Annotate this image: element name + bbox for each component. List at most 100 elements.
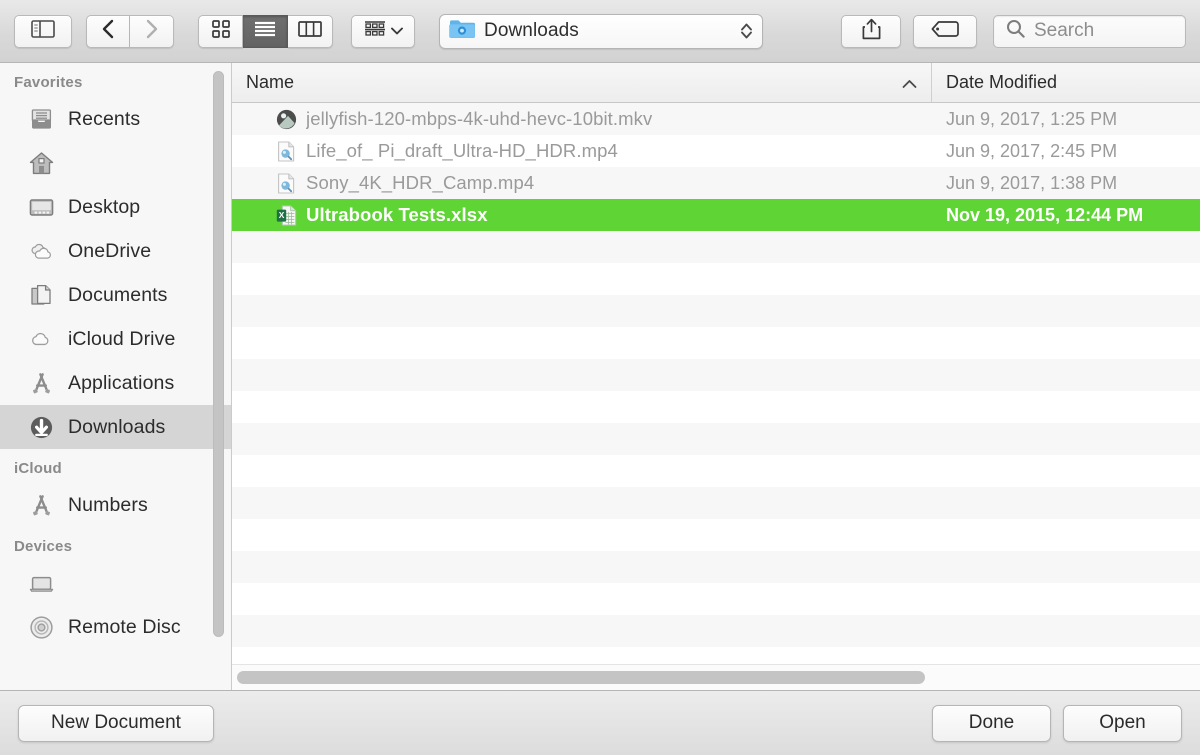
table-row[interactable]: jellyfish-120-mbps-4k-uhd-hevc-10bit.mkv… [232, 103, 1200, 135]
sidebar-scrollbar[interactable] [213, 71, 224, 637]
sidebar-item-recents[interactable]: Recents [0, 97, 231, 141]
path-popup-button[interactable]: Downloads [439, 13, 763, 49]
icon-view-button[interactable] [198, 14, 243, 48]
table-row-empty [232, 263, 1200, 295]
tag-button[interactable] [913, 14, 977, 48]
documents-icon [28, 282, 55, 309]
forward-button[interactable] [130, 14, 174, 48]
chevron-down-icon [390, 22, 403, 40]
table-row-empty [232, 391, 1200, 423]
sidebar-item-label: Recents [68, 107, 141, 130]
file-name-label: Ultrabook Tests.xlsx [306, 204, 488, 225]
table-row-empty [232, 327, 1200, 359]
file-name-label: Life_of_ Pi_draft_Ultra-HD_HDR.mp4 [306, 140, 618, 161]
sidebar-item-downloads[interactable]: Downloads [0, 405, 231, 449]
dialog-footer: New Document Done Open [0, 690, 1200, 755]
sidebar-item-label: Documents [68, 283, 168, 306]
onedrive-icon [28, 238, 55, 265]
column-header-name[interactable]: Name [232, 63, 932, 102]
sidebar-item-label: Downloads [68, 415, 166, 438]
list-view-icon [254, 21, 276, 42]
tag-icon [931, 20, 959, 42]
chevron-right-icon [145, 19, 159, 44]
share-button[interactable] [841, 14, 901, 48]
column-header-date-label: Date Modified [946, 72, 1058, 92]
mp4-file-icon [276, 172, 297, 194]
downloads-folder-icon [449, 18, 475, 44]
remote-disc-icon [28, 614, 55, 641]
icon-view-icon [211, 19, 230, 43]
laptop-icon [28, 570, 55, 597]
file-name-cell: Sony_4K_HDR_Camp.mp4 [232, 172, 932, 194]
sidebar-item-label: iCloud Drive [68, 327, 176, 350]
sidebar-item-desktop[interactable]: Desktop [0, 185, 231, 229]
table-row-empty [232, 551, 1200, 583]
path-label: Downloads [484, 20, 579, 41]
desktop-icon [28, 194, 55, 221]
chevron-left-icon [101, 19, 115, 44]
file-name-label: Sony_4K_HDR_Camp.mp4 [306, 172, 535, 193]
sidebar-item-numbers[interactable]: Numbers [0, 483, 231, 527]
sidebar-section-header: Devices [14, 538, 73, 555]
file-date-cell: Nov 19, 2015, 12:44 PM [946, 204, 1144, 225]
chevron-up-icon [902, 72, 917, 93]
view-mode-group [198, 14, 333, 48]
list-view-button[interactable] [243, 14, 288, 48]
mp4-file-icon [276, 140, 297, 162]
table-row-empty [232, 231, 1200, 263]
column-view-button[interactable] [288, 14, 333, 48]
file-date-cell: Jun 9, 2017, 2:45 PM [946, 140, 1118, 161]
file-rows: jellyfish-120-mbps-4k-uhd-hevc-10bit.mkv… [232, 103, 1200, 690]
share-icon [862, 18, 881, 45]
svg-text:X: X [279, 210, 285, 220]
search-field[interactable]: Search [993, 14, 1186, 48]
sidebar-item-label: Applications [68, 371, 175, 394]
icloud-icon [28, 326, 55, 353]
xlsx-file-icon: X [276, 204, 297, 226]
sidebar-item-label: Desktop [68, 195, 141, 218]
new-document-button[interactable]: New Document [18, 704, 214, 742]
done-button[interactable]: Done [932, 704, 1051, 742]
sidebar-toggle-button[interactable] [14, 14, 72, 48]
stepper-up-down-icon [740, 22, 753, 40]
sidebar-item-applications[interactable]: Applications [0, 361, 231, 405]
file-name-cell: Life_of_ Pi_draft_Ultra-HD_HDR.mp4 [232, 140, 932, 162]
recents-icon [28, 106, 55, 133]
table-row-empty [232, 615, 1200, 647]
column-header-name-label: Name [246, 72, 295, 92]
table-row[interactable]: X Ultrabook Tests.xlsx Nov 19, 2015, 12:44… [232, 199, 1200, 231]
horizontal-scrollbar[interactable] [232, 664, 1200, 690]
action-menu-icon [364, 20, 386, 43]
table-row-empty [232, 455, 1200, 487]
sidebar-item-icloud-drive[interactable]: iCloud Drive [0, 317, 231, 361]
applications-icon [28, 370, 55, 397]
sidebar-item-onedrive[interactable]: OneDrive [0, 229, 231, 273]
column-header-date-modified[interactable]: Date Modified [932, 63, 1200, 102]
sidebar-item-home[interactable] [0, 141, 231, 185]
toolbar: Downloads Search [0, 0, 1200, 63]
sidebar-item-remote-disc[interactable]: Remote Disc [0, 605, 231, 649]
column-view-icon [298, 20, 322, 42]
sidebar-item-documents[interactable]: Documents [0, 273, 231, 317]
table-row[interactable]: Life_of_ Pi_draft_Ultra-HD_HDR.mp4 Jun 9,… [232, 135, 1200, 167]
table-row-empty [232, 519, 1200, 551]
home-icon [28, 150, 55, 177]
numbers-icon [28, 492, 55, 519]
sidebar-item-laptop[interactable] [0, 561, 231, 605]
search-input[interactable]: Search [1034, 20, 1094, 42]
dialog-body: Favorites Recents Desktop OneDrive Documents… [0, 63, 1200, 690]
sidebar-item-label: OneDrive [68, 239, 152, 262]
sidebar-section-header: iCloud [14, 460, 62, 477]
sidebar-item-label: Remote Disc [68, 615, 181, 638]
sidebar-item-label: Numbers [68, 493, 148, 516]
back-button[interactable] [86, 14, 130, 48]
table-row-empty [232, 295, 1200, 327]
file-name-label: jellyfish-120-mbps-4k-uhd-hevc-10bit.mkv [306, 108, 653, 129]
file-list-pane: Name Date Modified jellyfish-120-mbps-4k… [232, 63, 1200, 690]
file-date-cell: Jun 9, 2017, 1:38 PM [946, 172, 1118, 193]
action-menu-button[interactable] [351, 14, 415, 48]
open-button[interactable]: Open [1063, 704, 1182, 742]
horizontal-scrollbar-thumb[interactable] [237, 671, 925, 684]
navigation-button-group [86, 14, 174, 48]
table-row[interactable]: Sony_4K_HDR_Camp.mp4 Jun 9, 2017, 1:38 PM [232, 167, 1200, 199]
